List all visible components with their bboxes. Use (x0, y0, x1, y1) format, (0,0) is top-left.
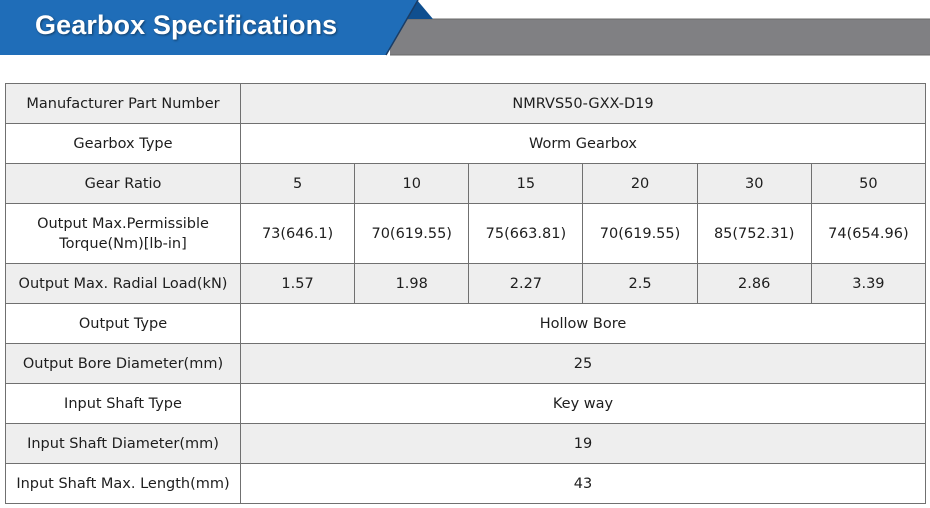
gear-ratio-cell: 10 (354, 163, 470, 204)
row-label: Output Max. Radial Load(kN) (5, 263, 241, 304)
table-row: Gear Ratio 5 10 15 20 30 50 (5, 163, 927, 204)
gear-ratio-cell: 5 (239, 163, 356, 204)
table-row: Output Max.Permissible Torque(Nm)[lb-in]… (5, 203, 927, 264)
radial-load-cell: 1.57 (239, 263, 356, 304)
torque-cell: 73(646.1) (239, 203, 356, 264)
header-banner: Gearbox Specifications (0, 0, 930, 60)
radial-load-cell: 3.39 (810, 263, 927, 304)
torque-cell: 74(654.96) (810, 203, 927, 264)
gear-ratio-cell: 20 (582, 163, 698, 204)
gear-ratio-cell: 30 (696, 163, 812, 204)
row-label: Output Max.Permissible Torque(Nm)[lb-in] (5, 203, 241, 264)
row-label: Manufacturer Part Number (5, 83, 241, 124)
gray-band (390, 19, 930, 55)
radial-load-cell: 2.5 (582, 263, 698, 304)
torque-cell: 85(752.31) (696, 203, 812, 264)
gearbox-type-value: Worm Gearbox (240, 123, 926, 164)
row-label: Output Type (5, 303, 241, 344)
table-row: Output Type Hollow Bore (5, 303, 926, 344)
radial-load-cell: 1.98 (354, 263, 470, 304)
table-row: Manufacturer Part Number NMRVS50-GXX-D19 (5, 83, 926, 124)
table-row: Gearbox Type Worm Gearbox (5, 123, 926, 164)
output-bore-value: 25 (240, 343, 926, 384)
row-label: Input Shaft Diameter(mm) (5, 423, 241, 464)
table-row: Output Max. Radial Load(kN) 1.57 1.98 2.… (5, 263, 927, 304)
page-title: Gearbox Specifications (35, 10, 338, 40)
row-label: Gear Ratio (5, 163, 241, 204)
row-label: Output Bore Diameter(mm) (5, 343, 241, 384)
row-label: Input Shaft Type (5, 383, 241, 424)
gear-ratio-cell: 50 (810, 163, 927, 204)
input-shaft-length-value: 43 (240, 463, 926, 504)
torque-cell: 75(663.81) (468, 203, 584, 264)
gear-ratio-cell: 15 (468, 163, 584, 204)
table-row: Input Shaft Diameter(mm) 19 (5, 423, 926, 464)
part-number-value: NMRVS50-GXX-D19 (240, 83, 926, 124)
input-shaft-diameter-value: 19 (240, 423, 926, 464)
row-label: Gearbox Type (5, 123, 241, 164)
row-label: Input Shaft Max. Length(mm) (5, 463, 241, 504)
specifications-table: Manufacturer Part Number NMRVS50-GXX-D19… (5, 83, 927, 504)
input-shaft-type-value: Key way (240, 383, 926, 424)
table-row: Input Shaft Max. Length(mm) 43 (5, 463, 926, 504)
radial-load-cell: 2.86 (696, 263, 812, 304)
torque-cell: 70(619.55) (582, 203, 698, 264)
output-type-value: Hollow Bore (240, 303, 926, 344)
radial-load-cell: 2.27 (468, 263, 584, 304)
table-row: Input Shaft Type Key way (5, 383, 926, 424)
table-row: Output Bore Diameter(mm) 25 (5, 343, 926, 384)
torque-cell: 70(619.55) (354, 203, 470, 264)
